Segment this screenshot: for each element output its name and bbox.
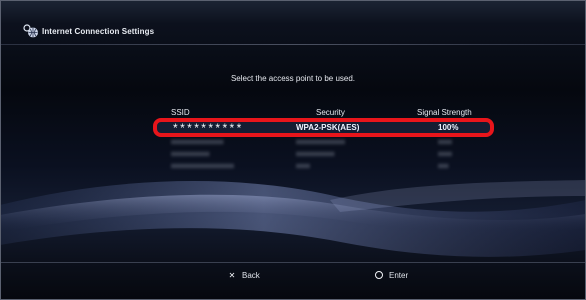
footer-divider xyxy=(0,262,586,263)
signal-cell: xxxx xyxy=(438,151,452,158)
security-cell: xxxxxxxxxxxxxx xyxy=(296,139,345,146)
ssid-cell: xxxxxxxxxxx xyxy=(171,151,210,158)
column-header-signal: Signal Strength xyxy=(417,108,472,117)
security-cell: xxxxxxxxxxx xyxy=(296,151,335,158)
column-header-security: Security xyxy=(316,108,345,117)
ssid-cell: xxxxxxxxxxxxxxxxxx xyxy=(171,163,234,170)
instruction-text: Select the access point to be used. xyxy=(230,74,356,83)
signal-cell: xxx xyxy=(438,163,449,170)
access-point-row[interactable]: xxxxxxxxxxx xxxxxxxxxxx xxxx xyxy=(150,151,500,163)
signal-cell: 100% xyxy=(438,123,459,132)
back-label: Back xyxy=(242,271,260,280)
access-point-row[interactable]: xxxxxxxxxxxxxxxxxx xxxx xxx xyxy=(150,163,500,175)
header-divider xyxy=(0,44,586,45)
back-button[interactable]: ✕ Back xyxy=(228,271,260,280)
access-point-row[interactable]: xxxxxxxxxxxxxxx xxxxxxxxxxxxxx xxxx xyxy=(150,139,500,151)
access-point-row-selected[interactable]: ********** WPA2-PSK(AES) 100% xyxy=(150,119,500,135)
security-cell: WPA2-PSK(AES) xyxy=(296,123,360,132)
ssid-cell: xxxxxxxxxxxxxxx xyxy=(171,139,224,146)
circle-button-icon xyxy=(375,271,383,279)
enter-label: Enter xyxy=(389,271,409,280)
page-title: Internet Connection Settings xyxy=(42,27,155,36)
security-cell: xxxx xyxy=(296,163,310,170)
enter-button[interactable]: Enter xyxy=(375,271,408,280)
header: Internet Connection Settings xyxy=(0,0,586,40)
column-header-ssid: SSID xyxy=(171,108,190,117)
cross-button-icon: ✕ xyxy=(228,271,236,280)
signal-cell: xxxx xyxy=(438,139,452,146)
network-globe-icon xyxy=(23,24,38,38)
ssid-cell: ********** xyxy=(173,121,244,135)
screen: Internet Connection Settings Select the … xyxy=(0,0,586,300)
